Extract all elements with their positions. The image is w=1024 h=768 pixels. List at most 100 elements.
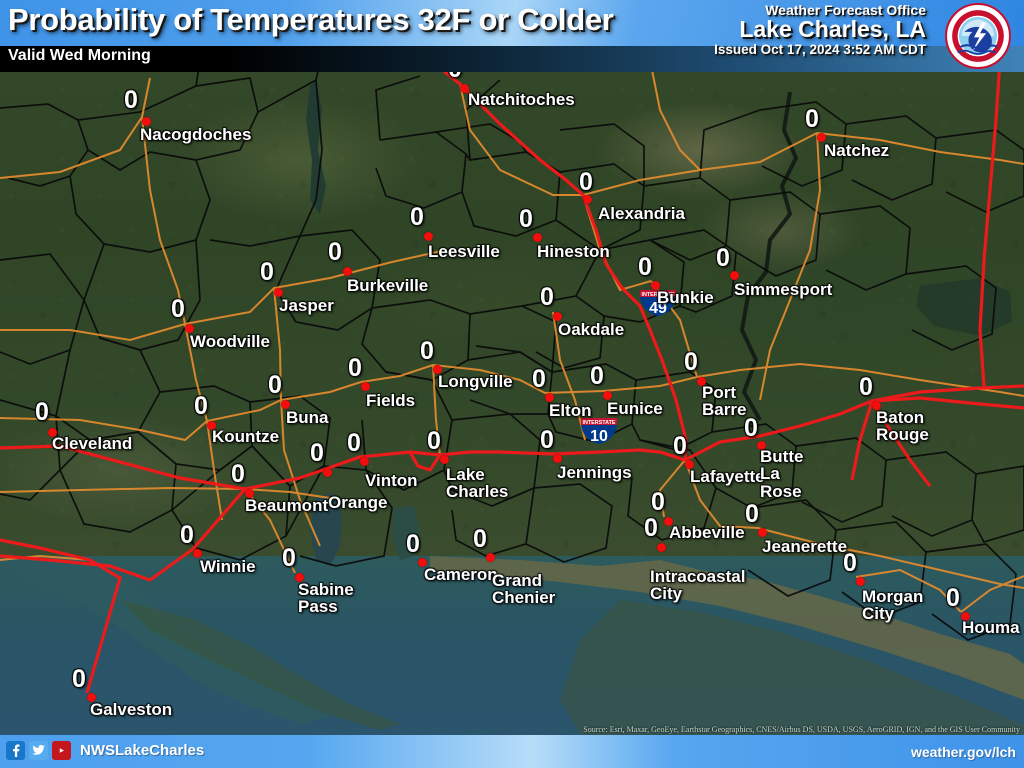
svg-text:C: C xyxy=(974,60,978,66)
probability-value: 0 xyxy=(310,439,324,467)
probability-value: 0 xyxy=(180,521,194,549)
probability-value: 0 xyxy=(540,426,554,454)
city-dot-icon xyxy=(343,267,352,276)
city-name-label: Lake Charles xyxy=(446,465,509,502)
city-dot-icon xyxy=(533,233,542,242)
probability-value: 0 xyxy=(420,337,434,365)
svg-text:N: N xyxy=(974,5,979,11)
city-name-label: Fields xyxy=(366,391,416,410)
city-name-label: Natchez xyxy=(824,141,890,160)
city-name-label: Abbeville xyxy=(669,523,745,542)
city-dot-icon xyxy=(553,454,562,463)
city-name-label: Jeanerette xyxy=(762,537,848,556)
city-name-label: Houma xyxy=(962,618,1020,637)
probability-value: 0 xyxy=(744,414,758,442)
city-name-label: Port Barre xyxy=(702,383,747,420)
city-name-label: Winnie xyxy=(200,557,256,576)
city-name-label: Leesville xyxy=(428,242,500,261)
city-name-label: Nacogdoches xyxy=(140,125,252,144)
city-dot-icon xyxy=(758,528,767,537)
probability-value: 0 xyxy=(231,460,245,488)
city-dot-icon xyxy=(730,271,739,280)
probability-value: 0 xyxy=(171,295,185,323)
social-links[interactable]: NWSLakeCharles xyxy=(6,741,204,760)
twitter-icon[interactable] xyxy=(29,741,48,760)
page-title: Probability of Temperatures 32F or Colde… xyxy=(8,2,614,37)
probability-value: 0 xyxy=(590,362,604,390)
probability-value: 0 xyxy=(282,544,296,572)
probability-value: 0 xyxy=(716,244,730,272)
probability-value: 0 xyxy=(673,432,687,460)
office-name: Lake Charles, LA xyxy=(739,16,926,42)
city-name-label: Sabine Pass xyxy=(298,580,354,617)
probability-value: 0 xyxy=(72,665,86,693)
city-name-label: Natchitoches xyxy=(468,90,575,109)
satellite-basemap: INTERSTATE 49 INTERSTATE 10 0 Nacogdoches… xyxy=(0,0,1024,768)
city-name-label: Cleveland xyxy=(52,434,133,453)
probability-value: 0 xyxy=(473,525,487,553)
probability-value: 0 xyxy=(519,205,533,233)
city-name-label: Oakdale xyxy=(558,320,625,339)
probability-value: 0 xyxy=(540,283,554,311)
city-name-label: Longville xyxy=(438,372,513,391)
probability-value: 0 xyxy=(684,348,698,376)
forecast-office-block: Weather Forecast Office Lake Charles, LA… xyxy=(714,2,926,57)
svg-text:A: A xyxy=(979,5,984,12)
probability-value: 0 xyxy=(268,371,282,399)
probability-value: 0 xyxy=(410,203,424,231)
city-name-label: Simmesport xyxy=(734,280,833,299)
probability-value: 0 xyxy=(946,584,960,612)
city-name-label: Vinton xyxy=(365,471,418,490)
city-name-label: Alexandria xyxy=(598,204,685,223)
youtube-icon[interactable] xyxy=(52,741,71,760)
probability-value: 0 xyxy=(805,105,819,133)
probability-value: 0 xyxy=(406,530,420,558)
city-name-label: Jennings xyxy=(557,463,632,482)
city-name-label: Jasper xyxy=(279,296,334,315)
nws-logo-icon: N A T I O N A L W E A T H E R S E R V I … xyxy=(945,3,1011,69)
probability-value: 0 xyxy=(745,500,759,528)
probability-value: 0 xyxy=(651,488,665,516)
imagery-source-credit: Source: Esri, Maxar, GeoEye, Earthstar G… xyxy=(583,725,1020,734)
probability-value: 0 xyxy=(644,514,658,542)
city-dot-icon xyxy=(323,468,332,477)
probability-value: 0 xyxy=(348,354,362,382)
social-handle-label: NWSLakeCharles xyxy=(80,742,205,759)
city-dot-icon xyxy=(856,577,865,586)
probability-value: 0 xyxy=(638,253,652,281)
city-name-label: Burkeville xyxy=(347,276,429,295)
city-dot-icon xyxy=(657,543,666,552)
city-name-label: Baton Rouge xyxy=(876,408,929,445)
website-url: weather.gov/lch xyxy=(910,744,1016,760)
city-name-label: Intracoastal City xyxy=(650,567,746,604)
city-name-label: Grand Chenier xyxy=(492,571,556,608)
probability-value: 0 xyxy=(124,86,138,114)
probability-value: 0 xyxy=(328,238,342,266)
city-dot-icon xyxy=(424,232,433,241)
probability-value: 0 xyxy=(35,398,49,426)
probability-value: 0 xyxy=(532,365,546,393)
probability-value: 0 xyxy=(427,427,441,455)
city-name-label: Lafayette xyxy=(690,467,765,486)
city-name-label: Galveston xyxy=(90,700,173,719)
city-name-label: Morgan City xyxy=(862,587,924,624)
valid-time-label: Valid Wed Morning xyxy=(8,47,151,64)
interstate-10-shield: INTERSTATE 10 xyxy=(581,418,617,445)
city-dot-icon xyxy=(361,382,370,391)
svg-text:E: E xyxy=(1002,36,1008,40)
city-name-label: Elton xyxy=(549,401,592,420)
issued-timestamp: Issued Oct 17, 2024 3:52 AM CDT xyxy=(714,42,926,58)
probability-value: 0 xyxy=(579,168,593,196)
city-name-label: Butte La Rose xyxy=(760,447,804,501)
svg-text:INTERSTATE: INTERSTATE xyxy=(582,420,615,426)
weather-map-graphic: INTERSTATE 49 INTERSTATE 10 0 Nacogdoches… xyxy=(0,0,1024,768)
svg-text:H: H xyxy=(1002,30,1008,35)
city-name-label: Beaumont xyxy=(245,496,329,515)
facebook-icon[interactable] xyxy=(6,741,25,760)
city-name-label: Hineston xyxy=(537,242,610,261)
city-dot-icon xyxy=(440,455,449,464)
probability-value: 0 xyxy=(194,392,208,420)
city-name-label: Buna xyxy=(286,408,329,427)
city-name-label: Cameron xyxy=(424,565,498,584)
city-name-label: Eunice xyxy=(607,399,663,418)
